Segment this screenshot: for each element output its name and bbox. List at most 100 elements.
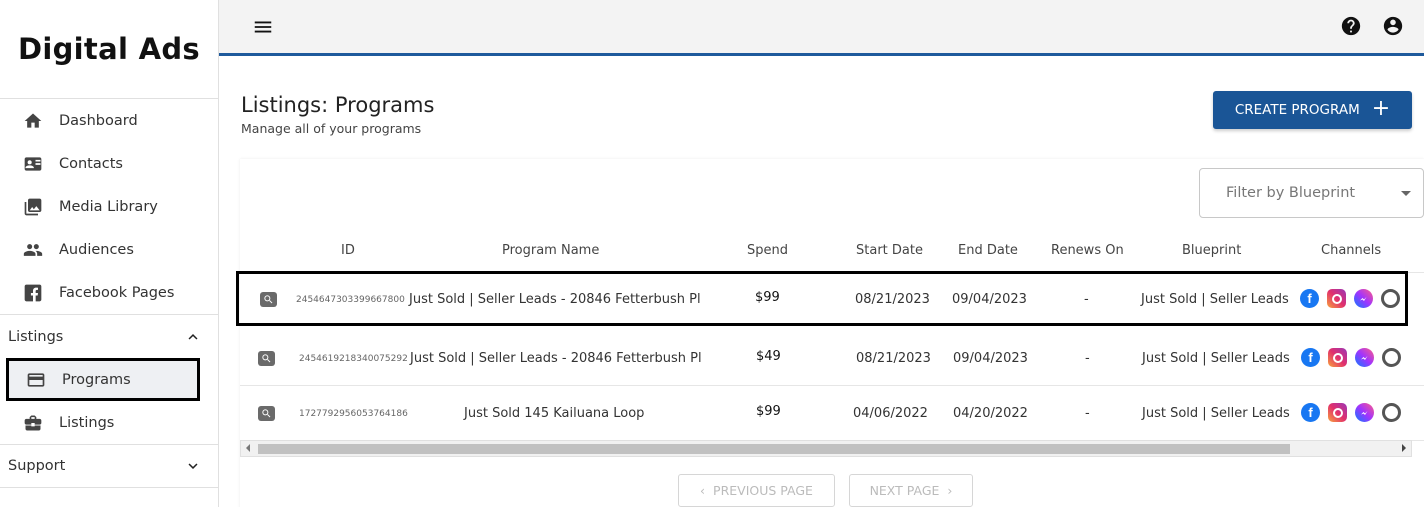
row-end-date: 09/04/2023 <box>953 351 1028 366</box>
row-channels: f <box>1301 348 1401 367</box>
view-program-button[interactable] <box>258 351 275 366</box>
brand-logo: Digital Ads <box>0 0 218 99</box>
sidebar-item-contacts[interactable]: Contacts <box>0 142 218 185</box>
chevron-down-icon <box>188 463 198 469</box>
row-program-name: Just Sold | Seller Leads - 20846 Fetterb… <box>410 351 702 366</box>
instagram-icon <box>1328 348 1347 367</box>
sidebar-item-audiences[interactable]: Audiences <box>0 228 218 271</box>
search-icon <box>262 409 271 418</box>
create-program-button[interactable]: CREATE PROGRAM + <box>1213 91 1412 129</box>
sidebar-item-label: Contacts <box>59 155 123 172</box>
sidebar-item-facebook-pages[interactable]: Facebook Pages <box>0 271 218 314</box>
horizontal-scrollbar[interactable] <box>240 440 1412 457</box>
messenger-icon <box>1354 289 1373 308</box>
sidebar-item-media-library[interactable]: Media Library <box>0 185 218 228</box>
facebook-icon: f <box>1301 348 1320 367</box>
row-channels: f <box>1300 289 1400 308</box>
row-channels: f <box>1301 403 1401 422</box>
header-spend[interactable]: Spend <box>747 243 788 258</box>
header-end-date[interactable]: End Date <box>958 243 1018 258</box>
facebook-icon: f <box>1300 289 1319 308</box>
create-program-label: CREATE PROGRAM <box>1234 102 1360 118</box>
previous-page-button[interactable]: ‹ PREVIOUS PAGE <box>678 474 835 507</box>
view-program-button[interactable] <box>260 292 277 307</box>
table-row[interactable]: 1727792956053764186 Just Sold 145 Kailua… <box>240 386 1424 441</box>
next-page-label: NEXT PAGE <box>869 483 940 498</box>
photo-library-icon <box>22 196 44 218</box>
sidebar-item-label: Facebook Pages <box>59 284 175 301</box>
sidebar-item-label: Audiences <box>59 241 134 258</box>
row-start-date: 08/21/2023 <box>855 292 930 307</box>
row-program-name: Just Sold | Seller Leads - 20846 Fetterb… <box>409 292 701 307</box>
row-blueprint: Just Sold | Seller Leads <box>1141 292 1289 307</box>
help-circle-icon[interactable] <box>1340 15 1362 41</box>
row-spend: $99 <box>756 404 781 419</box>
row-id: 2454647303399667800 <box>296 295 405 305</box>
sidebar-item-label: Listings <box>59 414 115 431</box>
briefcase-icon <box>22 412 44 434</box>
previous-page-label: PREVIOUS PAGE <box>713 483 813 498</box>
section-label: Support <box>8 458 66 474</box>
audience-network-icon <box>1382 348 1401 367</box>
plus-icon: + <box>1371 96 1391 121</box>
row-start-date: 08/21/2023 <box>856 351 931 366</box>
header-channels[interactable]: Channels <box>1321 243 1381 258</box>
hamburger-menu-icon[interactable] <box>252 16 274 38</box>
header-program-name[interactable]: Program Name <box>502 243 599 258</box>
header-renews-on[interactable]: Renews On <box>1051 243 1124 258</box>
filter-placeholder: Filter by Blueprint <box>1226 185 1356 201</box>
facebook-icon <box>22 282 44 304</box>
table-row[interactable]: 2454647303399667800 Just Sold | Seller L… <box>236 271 1408 326</box>
scroll-left-arrow-icon[interactable] <box>246 444 250 452</box>
contact-card-icon <box>22 153 44 175</box>
sidebar-item-programs[interactable]: Programs <box>6 358 200 401</box>
row-renews-on: - <box>1084 292 1089 307</box>
section-listings[interactable]: Listings <box>0 314 218 358</box>
table-row[interactable]: 2454619218340075292 Just Sold | Seller L… <box>240 331 1424 386</box>
top-bar <box>219 0 1424 56</box>
chevron-up-icon <box>188 333 198 340</box>
account-circle-icon[interactable] <box>1382 15 1404 41</box>
row-spend: $99 <box>755 290 780 305</box>
row-blueprint: Just Sold | Seller Leads <box>1142 351 1290 366</box>
header-id[interactable]: ID <box>341 243 355 258</box>
row-id: 1727792956053764186 <box>299 409 408 419</box>
row-program-name: Just Sold 145 Kailuana Loop <box>464 406 645 421</box>
main-content: Listings: Programs Manage all of your pr… <box>219 59 1424 507</box>
sidebar-item-label: Dashboard <box>59 112 138 129</box>
row-start-date: 04/06/2022 <box>853 406 928 421</box>
chevron-right-icon: › <box>947 483 953 498</box>
instagram-icon <box>1327 289 1346 308</box>
blueprint-filter-select[interactable]: Filter by Blueprint <box>1199 168 1424 218</box>
sidebar-item-listings[interactable]: Listings <box>0 401 218 444</box>
page-subtitle: Manage all of your programs <box>241 121 422 136</box>
home-icon <box>22 110 44 132</box>
view-program-button[interactable] <box>258 406 275 421</box>
pagination: ‹ PREVIOUS PAGE NEXT PAGE › <box>678 474 973 507</box>
scroll-right-arrow-icon[interactable] <box>1402 444 1406 452</box>
scrollbar-thumb[interactable] <box>258 444 1290 454</box>
dropdown-caret-icon <box>1401 191 1411 196</box>
sidebar-item-label: Media Library <box>59 198 158 215</box>
search-icon <box>262 354 271 363</box>
sidebar: Digital Ads Dashboard Contacts Media Lib… <box>0 0 219 507</box>
row-id: 2454619218340075292 <box>299 354 408 364</box>
instagram-icon <box>1328 403 1347 422</box>
next-page-button[interactable]: NEXT PAGE › <box>849 474 973 507</box>
audience-network-icon <box>1382 403 1401 422</box>
search-icon <box>264 295 273 304</box>
row-renews-on: - <box>1085 406 1090 421</box>
messenger-icon <box>1355 348 1374 367</box>
header-blueprint[interactable]: Blueprint <box>1182 243 1241 258</box>
section-support[interactable]: Support <box>0 444 218 488</box>
card-icon <box>25 369 47 391</box>
sidebar-item-label: Programs <box>62 371 131 388</box>
header-start-date[interactable]: Start Date <box>856 243 923 258</box>
row-end-date: 09/04/2023 <box>952 292 1027 307</box>
sidebar-item-dashboard[interactable]: Dashboard <box>0 99 218 142</box>
programs-card: Filter by Blueprint ID Program Name Spen… <box>236 159 1424 507</box>
table-header: ID Program Name Spend Start Date End Dat… <box>240 229 1424 273</box>
people-icon <box>22 239 44 261</box>
row-end-date: 04/20/2022 <box>953 406 1028 421</box>
section-label: Listings <box>8 328 64 345</box>
